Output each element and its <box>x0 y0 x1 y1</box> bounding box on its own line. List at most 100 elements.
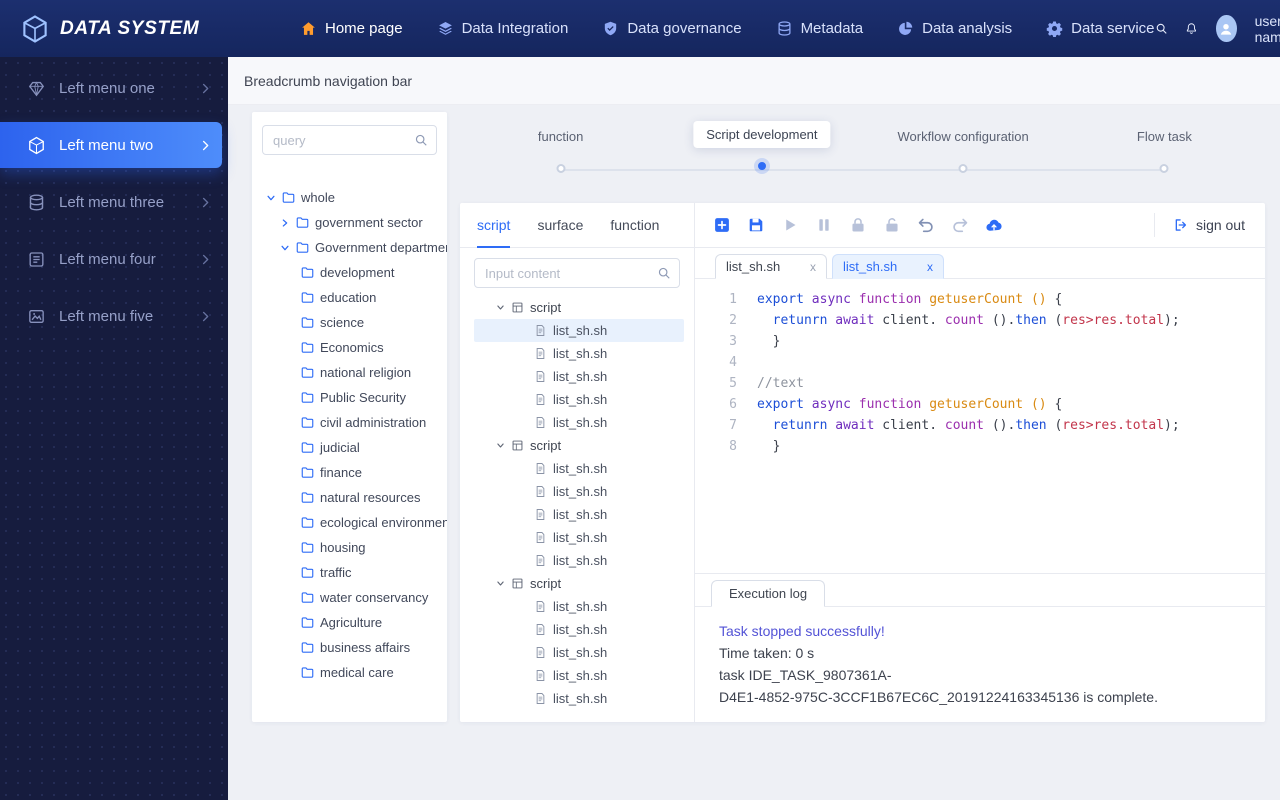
close-icon[interactable]: x <box>917 260 933 274</box>
stepper-step[interactable]: Flow task <box>1064 116 1265 190</box>
stepper-step[interactable]: Script development <box>661 116 862 190</box>
file-row[interactable]: list_sh.sh <box>474 457 684 480</box>
nav-item[interactable]: Data Integration <box>437 20 568 37</box>
file-icon <box>534 347 547 360</box>
file-row[interactable]: list_sh.sh <box>474 480 684 503</box>
file-row[interactable]: list_sh.sh <box>474 687 684 710</box>
new-file-icon[interactable] <box>713 216 731 234</box>
redo-icon[interactable] <box>951 216 969 234</box>
nav-item[interactable]: Home page <box>300 20 403 37</box>
editor-toolbar: sign out <box>695 203 1265 248</box>
file-row[interactable]: script <box>474 296 684 319</box>
undo-icon[interactable] <box>917 216 935 234</box>
tree-node[interactable]: traffic <box>262 560 437 585</box>
code-editor[interactable]: 1 export async function getuserCount () {… <box>695 279 1265 573</box>
file-row[interactable]: list_sh.sh <box>474 595 684 618</box>
pause-icon[interactable] <box>815 216 833 234</box>
log-line: Time taken: 0 s <box>719 645 815 661</box>
sidebar-item[interactable]: Left menu three <box>0 179 222 225</box>
tree-node[interactable]: ecological environment <box>262 510 447 535</box>
editor-tab[interactable]: list_sh.sh x <box>832 254 944 279</box>
file-row[interactable]: list_sh.sh <box>474 411 684 434</box>
file-row[interactable]: list_sh.sh <box>474 664 684 687</box>
tree-node[interactable]: Government departments <box>262 235 447 260</box>
tree-node[interactable]: Economics <box>262 335 437 360</box>
tree-node[interactable]: national religion <box>262 360 437 385</box>
tree-node[interactable]: education <box>262 285 437 310</box>
file-row[interactable]: list_sh.sh <box>474 526 684 549</box>
log-section: Execution log Task stopped successfully!… <box>695 573 1265 722</box>
panel-tab[interactable]: script <box>477 203 511 248</box>
tree-node-label: national religion <box>320 365 412 380</box>
catalog-search-input[interactable] <box>263 132 436 148</box>
tree-node[interactable]: medical care <box>262 660 437 685</box>
file-row[interactable]: script <box>474 572 684 595</box>
save-icon[interactable] <box>747 216 765 234</box>
file-row-label: list_sh.sh <box>553 346 608 361</box>
tree-node[interactable]: science <box>262 310 437 335</box>
sidebar-item[interactable]: Left menu five <box>0 293 222 339</box>
execution-log-tab[interactable]: Execution log <box>711 580 826 607</box>
tree-node[interactable]: development <box>262 260 437 285</box>
run-icon[interactable] <box>781 216 799 234</box>
line-number: 2 <box>729 313 737 328</box>
stepper-step[interactable]: function <box>460 116 661 190</box>
tree-node[interactable]: housing <box>262 535 437 560</box>
tree-node[interactable]: Public Security <box>262 385 437 410</box>
sidebar-item[interactable]: Left menu four <box>0 236 222 282</box>
tree-node[interactable]: judicial <box>262 435 437 460</box>
file-icon <box>534 508 547 521</box>
file-row[interactable]: list_sh.sh <box>474 342 684 365</box>
tree-node[interactable]: natural resources <box>262 485 437 510</box>
tree-node[interactable]: civil administration <box>262 410 437 435</box>
folder-icon <box>300 665 315 680</box>
nav-item[interactable]: Data service <box>1046 20 1155 37</box>
file-icon <box>534 600 547 613</box>
panel-tab[interactable]: surface <box>537 203 583 247</box>
tree-node[interactable]: whole <box>262 185 437 210</box>
user-name[interactable]: user name <box>1255 13 1280 45</box>
sidebar-item[interactable]: Left menu two <box>0 122 222 168</box>
search-icon[interactable] <box>1155 20 1168 37</box>
lock-icon[interactable] <box>849 216 867 234</box>
nav-item[interactable]: Data governance <box>602 20 742 37</box>
file-row[interactable]: list_sh.sh <box>474 641 684 664</box>
editor-tab-label: list_sh.sh <box>726 259 781 274</box>
group-icon <box>511 577 524 590</box>
tree-node[interactable]: finance <box>262 460 437 485</box>
file-row[interactable]: list_sh.sh <box>474 549 684 572</box>
panel-tab[interactable]: function <box>610 203 659 247</box>
file-row[interactable]: list_sh.sh <box>474 618 684 641</box>
line-number: 4 <box>729 355 737 370</box>
bell-icon[interactable] <box>1185 20 1198 37</box>
tree-node[interactable]: water conservancy <box>262 585 437 610</box>
nav-item[interactable]: Data analysis <box>897 20 1012 37</box>
file-row[interactable]: list_sh.sh <box>474 503 684 526</box>
stepper-step[interactable]: Workflow configuration <box>863 116 1064 190</box>
tree-node[interactable]: Agriculture <box>262 610 437 635</box>
file-row[interactable]: list_sh.sh <box>474 319 684 342</box>
logo: DATA SYSTEM <box>20 14 300 44</box>
search-icon[interactable] <box>414 133 428 147</box>
image-icon <box>27 307 46 326</box>
file-row[interactable]: list_sh.sh <box>474 388 684 411</box>
editor-tab[interactable]: list_sh.sh x <box>715 254 827 279</box>
catalog-searchbox <box>262 125 437 155</box>
upload-cloud-icon[interactable] <box>985 216 1003 234</box>
line-number: 5 <box>729 376 737 391</box>
search-icon[interactable] <box>657 266 671 280</box>
sidebar-item[interactable]: Left menu one <box>0 65 222 111</box>
file-icon <box>534 462 547 475</box>
signout-button[interactable]: sign out <box>1153 213 1265 237</box>
file-row[interactable]: list_sh.sh <box>474 365 684 388</box>
unlock-icon[interactable] <box>883 216 901 234</box>
files-search-input[interactable] <box>475 265 679 281</box>
nav-item[interactable]: Metadata <box>776 20 863 37</box>
close-icon[interactable]: x <box>800 260 816 274</box>
tree-node[interactable]: government sector <box>262 210 437 235</box>
tree-node[interactable]: business affairs <box>262 635 437 660</box>
avatar[interactable] <box>1216 15 1237 42</box>
files-searchbox <box>474 258 680 288</box>
file-row[interactable]: script <box>474 434 684 457</box>
tree-node-label: Economics <box>320 340 384 355</box>
